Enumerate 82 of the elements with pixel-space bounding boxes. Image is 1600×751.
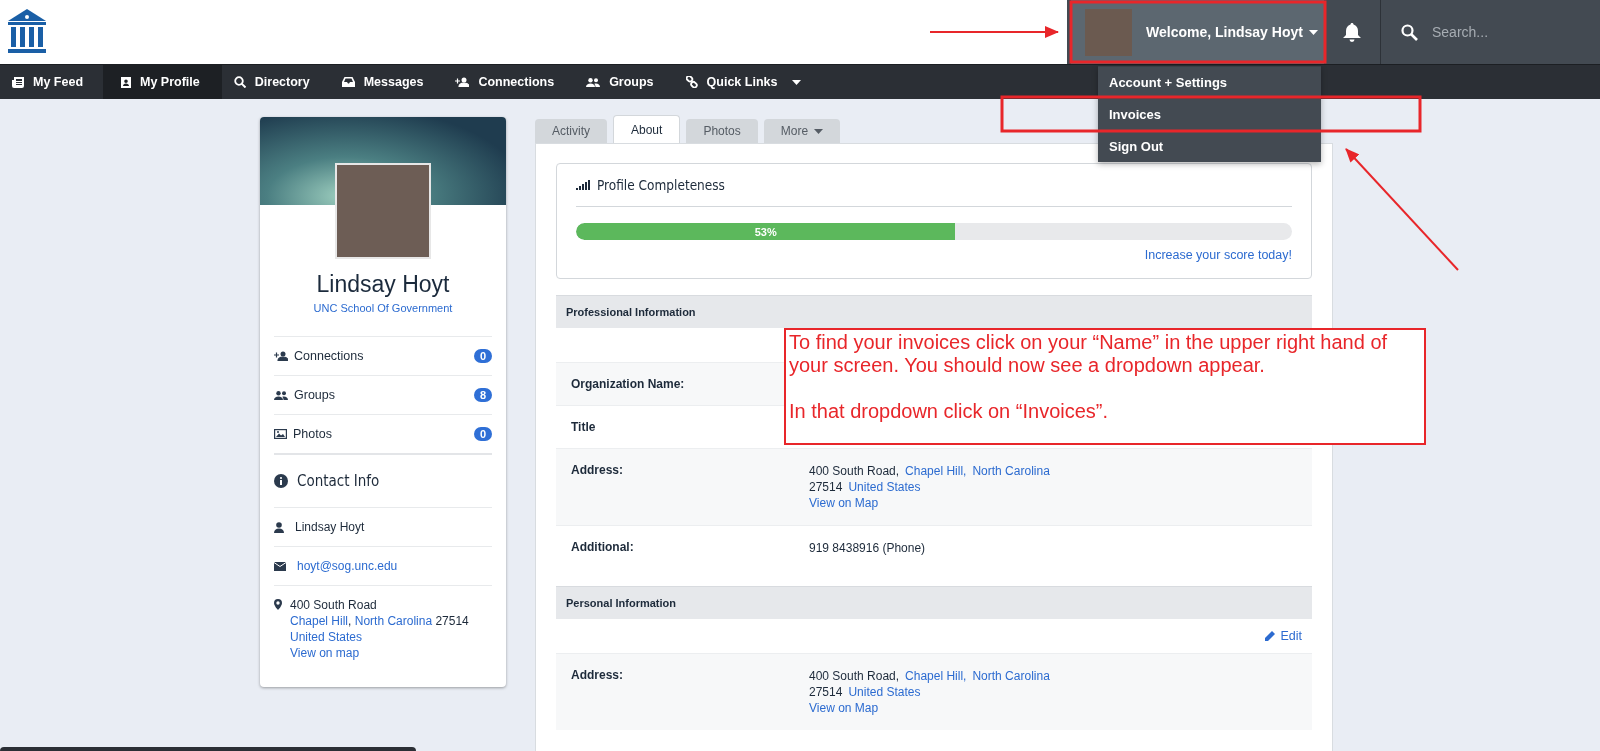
nav-tab[interactable]: My Profile (103, 65, 222, 99)
address-link[interactable]: United States (290, 630, 363, 644)
field-label: Organization Name: (571, 377, 686, 391)
notification-bell-icon[interactable] (1343, 22, 1361, 42)
info-icon (274, 474, 288, 488)
progress-reading: 53% (754, 225, 777, 238)
newspaper-icon (12, 76, 24, 88)
field-label: Additional: (571, 540, 635, 556)
address-link[interactable]: North Carolina (351, 614, 433, 628)
field-label: Address: (571, 463, 624, 479)
address-link[interactable]: View on Map (809, 496, 879, 510)
user-menu-toggle[interactable]: Welcome, Lindsay Hoyt (1071, 0, 1324, 64)
people-icon (274, 390, 288, 400)
stat-link[interactable]: Connections (294, 349, 364, 363)
address-text: , (348, 614, 352, 628)
section-header: Personal Information (556, 586, 1312, 619)
nav-tab[interactable]: Connections (443, 65, 575, 99)
menu-item[interactable]: Account + Settings (1098, 66, 1321, 98)
search-icon (233, 76, 246, 88)
envelope-icon (274, 561, 286, 571)
id-badge-icon (121, 76, 131, 88)
tab[interactable]: About (613, 115, 681, 143)
section-title: Contact Info (297, 472, 380, 490)
tab[interactable]: Activity (535, 119, 607, 143)
count-badge: 0 (474, 427, 492, 441)
organization-link[interactable]: UNC School Of Government (260, 302, 506, 314)
section-header: Professional Information (556, 295, 1312, 328)
instruction-text: In that dropdown click on “Invoices”. (789, 400, 1110, 423)
person-icon (274, 521, 284, 533)
signal-bars-icon (576, 180, 590, 190)
image-icon (274, 429, 287, 439)
address-link[interactable]: Chapel Hill, (905, 669, 967, 683)
map-pin-icon (274, 599, 282, 610)
caret-icon (792, 79, 802, 85)
inbox-icon (341, 77, 355, 87)
count-badge: 8 (474, 388, 492, 402)
address-link[interactable]: View on Map (809, 701, 879, 715)
search-field[interactable]: Search... (1430, 23, 1584, 41)
tab[interactable]: More (763, 119, 841, 143)
nav-tab[interactable]: Directory (221, 65, 330, 99)
card-title: Profile Completeness (597, 177, 725, 193)
count-badge: 0 (474, 349, 492, 363)
nav-tab[interactable]: Messages (329, 65, 444, 99)
caret-icon (1308, 29, 1318, 35)
email-link[interactable]: hoyt@sog.unc.edu (297, 559, 398, 573)
search-icon (1401, 23, 1418, 41)
nav-tab[interactable]: My Feed (0, 65, 103, 99)
tab[interactable]: Photos (686, 119, 758, 143)
edit-link[interactable]: Edit (1264, 629, 1302, 643)
address-link[interactable]: Chapel Hill (290, 614, 349, 628)
building-logo-icon[interactable] (8, 9, 46, 53)
stat-link[interactable]: Groups (294, 388, 335, 402)
increase-score-link[interactable]: Increase your score today! (1144, 248, 1292, 262)
add-person-icon (455, 77, 470, 87)
address-link[interactable]: Chapel Hill, (905, 464, 967, 478)
address-text: 400 South Road, (809, 464, 900, 478)
address-text: 400 South Road (290, 598, 377, 612)
contact-name: Lindsay Hoyt (295, 520, 365, 534)
address-link[interactable]: United States (848, 685, 921, 699)
stat-link[interactable]: Photos (293, 427, 332, 441)
pencil-icon (1264, 630, 1276, 642)
address-link[interactable]: View on map (290, 646, 360, 660)
field-label: Address: (571, 668, 624, 684)
address-text: 400 South Road, (809, 669, 900, 683)
people-icon (586, 77, 601, 87)
nav-tab[interactable]: Quick Links (673, 65, 822, 99)
add-person-icon (274, 351, 288, 361)
link-icon (685, 76, 698, 88)
avatar-photo-placeholder (1085, 8, 1132, 56)
address-link[interactable]: North Carolina (972, 669, 1050, 683)
profile-name: Lindsay Hoyt (315, 271, 451, 298)
menu-item[interactable]: Sign Out (1098, 130, 1321, 162)
menu-item[interactable]: Invoices (1098, 98, 1321, 130)
nav-tab[interactable]: Groups (574, 65, 674, 99)
field-label: Title (571, 420, 597, 434)
address-link[interactable]: North Carolina (972, 464, 1050, 478)
address-text: 27514 (434, 614, 469, 628)
address-text: 27514 (809, 480, 843, 494)
address-text: 27514 (809, 685, 843, 699)
address-link[interactable]: United States (848, 480, 921, 494)
address-text: 919 8438916 (Phone) (809, 541, 926, 555)
instruction-text: To find your invoices click on your “Name” in the upper right hand of your screen. You should now see a dropdown appear. (789, 331, 1389, 377)
